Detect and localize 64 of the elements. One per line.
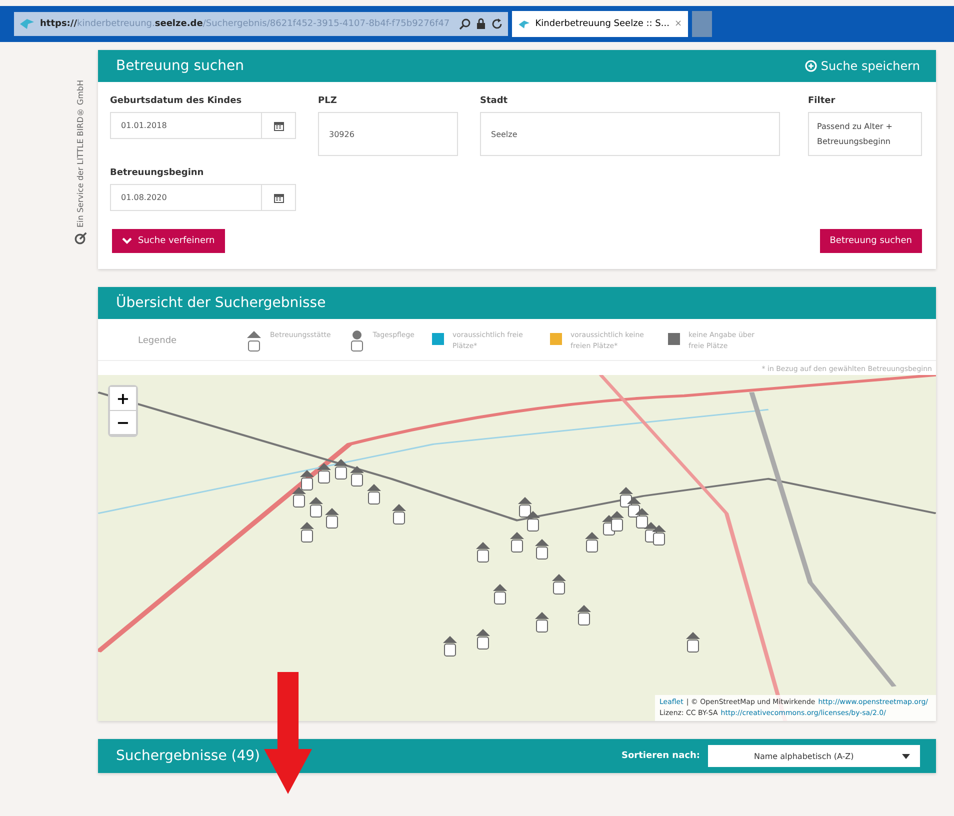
filter-dropdown[interactable]: Passend zu Alter + Betreuungsbeginn bbox=[808, 112, 922, 156]
lock-icon bbox=[476, 18, 486, 30]
person-marker-icon bbox=[348, 330, 365, 352]
panel-title: Suchergebnisse (49) bbox=[116, 748, 261, 764]
map-marker-icon[interactable] bbox=[550, 572, 567, 595]
browser-tab[interactable]: Kinderbetreuung Seelze :: S... × bbox=[512, 11, 688, 37]
map-marker-icon[interactable] bbox=[316, 462, 332, 484]
map-marker-icon[interactable] bbox=[626, 496, 642, 518]
map-marker-icon[interactable] bbox=[324, 506, 340, 529]
field-label: Betreuungsbeginn bbox=[110, 168, 205, 178]
sort-label: Sortieren nach: bbox=[622, 751, 700, 762]
map-marker-icon[interactable] bbox=[609, 510, 626, 532]
map-marker-icon[interactable] bbox=[349, 465, 366, 488]
url-text: https://kinderbetreuung.seelze.de/Suchergebnis/8621f452-3915-4107-8b4f-f75b9276f47 bbox=[40, 19, 451, 29]
search-icon[interactable] bbox=[459, 18, 471, 30]
refresh-icon[interactable] bbox=[491, 18, 503, 30]
map-marker-icon[interactable] bbox=[651, 524, 668, 546]
map-marker-icon[interactable] bbox=[299, 468, 316, 491]
chevron-down-icon bbox=[122, 237, 132, 246]
map-marker-icon[interactable] bbox=[525, 510, 542, 532]
brand-note: Ein Service der LITTLE BIRD® GmbH bbox=[76, 80, 84, 228]
calendar-button[interactable] bbox=[262, 184, 296, 212]
map-marker-icon[interactable] bbox=[534, 538, 550, 560]
text-field[interactable]: 30926 bbox=[318, 112, 458, 156]
close-tab-button[interactable]: × bbox=[674, 19, 682, 29]
panel-title: Übersicht der Suchergebnisse bbox=[116, 295, 327, 312]
date-field[interactable]: 01.01.2018 bbox=[110, 112, 262, 139]
field-label: PLZ bbox=[318, 96, 338, 106]
map-marker-icon[interactable] bbox=[442, 634, 458, 657]
map-marker-icon[interactable] bbox=[290, 486, 307, 508]
address-bar[interactable]: https://kinderbetreuung.seelze.de/Suchergebnis/8621f452-3915-4107-8b4f-f75b9276f47 bbox=[14, 12, 508, 36]
map-marker-icon[interactable] bbox=[576, 604, 592, 626]
map-marker-icon[interactable] bbox=[634, 506, 650, 529]
zoom-in-button[interactable]: + bbox=[110, 387, 136, 412]
field-label: Geburtsdatum des Kindes bbox=[110, 96, 243, 106]
map-marker-icon[interactable] bbox=[684, 631, 701, 654]
field-label: Filter bbox=[808, 96, 836, 106]
map-marker-icon[interactable] bbox=[308, 496, 324, 518]
search-button[interactable]: Betreuung suchen bbox=[820, 229, 922, 254]
refine-search-button[interactable]: Suche verfeinern bbox=[112, 229, 225, 254]
map-marker-icon[interactable] bbox=[517, 496, 533, 518]
map-marker-icon[interactable] bbox=[584, 531, 600, 554]
house-marker-icon bbox=[246, 330, 262, 352]
tab-title: Kinderbetreuung Seelze :: S... bbox=[535, 19, 670, 29]
map-marker-icon[interactable] bbox=[391, 503, 408, 526]
caret-icon bbox=[902, 754, 910, 759]
legend-label: Legende bbox=[138, 336, 178, 346]
map-marker-icon[interactable] bbox=[508, 531, 525, 554]
plus-circle-icon bbox=[804, 60, 817, 72]
map-marker-icon[interactable] bbox=[299, 520, 316, 543]
field-label: Stadt bbox=[480, 96, 509, 106]
map-marker-icon[interactable] bbox=[475, 541, 492, 564]
map-marker-icon[interactable] bbox=[492, 582, 508, 605]
calendar-icon bbox=[272, 120, 284, 132]
map-marker-icon[interactable] bbox=[534, 610, 550, 633]
date-field[interactable]: 01.08.2020 bbox=[110, 184, 262, 212]
map-marker-icon[interactable] bbox=[366, 482, 382, 505]
calendar-icon bbox=[272, 192, 284, 204]
map-marker-icon[interactable] bbox=[332, 458, 349, 480]
calendar-button[interactable] bbox=[262, 112, 296, 139]
text-field[interactable]: Seelze bbox=[480, 112, 780, 156]
sort-dropdown[interactable]: Name alphabetisch (A-Z) bbox=[708, 745, 920, 768]
panel-title: Betreuung suchen bbox=[116, 58, 245, 74]
map-marker-icon[interactable] bbox=[475, 628, 492, 650]
